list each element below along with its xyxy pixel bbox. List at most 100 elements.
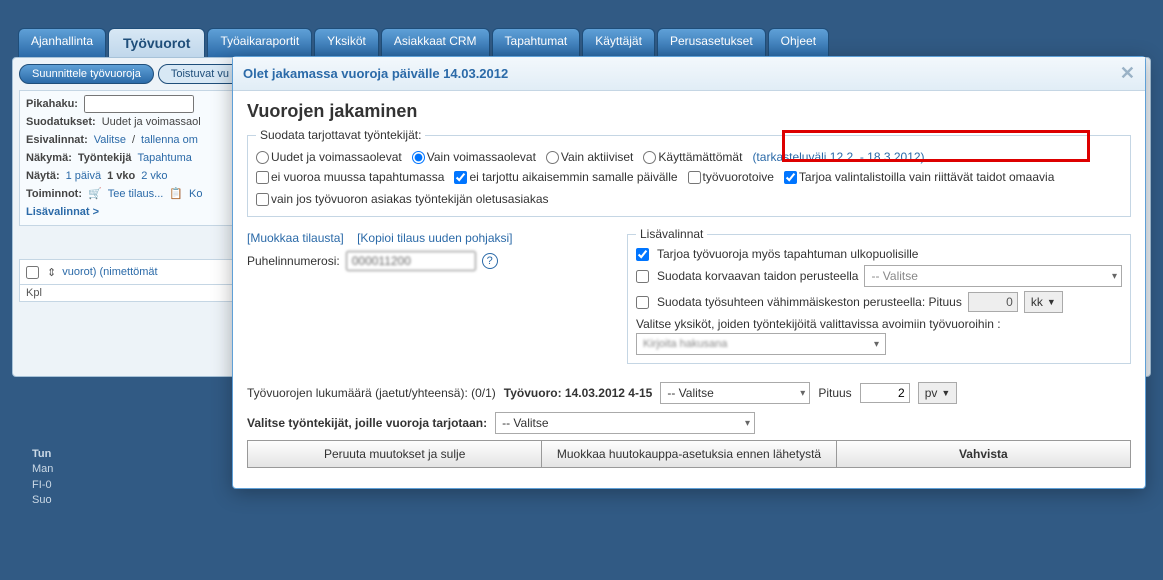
chevron-down-icon: ▾ [745,418,750,429]
select-units-combo[interactable]: Kirjoita hakusana ▾ [636,333,886,355]
subtab-recurring[interactable]: Toistuvat vu [158,64,242,84]
tab-kayttajat[interactable]: Käyttäjät [582,28,655,57]
show-1wk[interactable]: 1 vko [107,167,135,185]
help-icon[interactable]: ? [482,253,498,269]
extra-options-link[interactable]: Lisävalinnat > [26,203,99,221]
radio-only-active[interactable]: Vain aktiiviset [546,148,633,166]
length-input[interactable] [860,383,910,403]
timeline-row-checkbox[interactable] [26,266,39,279]
shift-count-label: Työvuorojen lukumäärä (jaetut/yhteensä):… [247,386,496,400]
show-1day[interactable]: 1 päivä [66,167,101,185]
chevron-down-icon: ▼ [941,388,950,398]
chevron-down-icon: ▾ [800,388,805,399]
tab-tyovuorot[interactable]: Työvuorot [108,28,205,57]
min-duration-input [968,292,1018,312]
modal-left-col: [Muokkaa tilausta] [Kopioi tilaus uuden … [247,227,607,271]
shift-count-row: Työvuorojen lukumäärä (jaetut/yhteensä):… [247,382,1131,404]
cancel-button[interactable]: Peruuta muutokset ja sulje [248,441,542,467]
resize-icon[interactable]: ⇕ [47,266,56,279]
check-only-default-customer[interactable]: vain jos työvuoron asiakas työntekijän o… [256,190,549,208]
extra-options-fieldset: Lisävalinnat Tarjoa työvuoroja myös tapa… [627,227,1131,364]
quick-search-input[interactable] [84,95,194,113]
filter-min-duration-label: Suodata työsuhteen vähimmäiskeston perus… [657,295,962,309]
check-filter-min-duration[interactable] [636,296,649,309]
radio-new-and-valid[interactable]: Uudet ja voimassaolevat [256,148,402,166]
edit-auction-button[interactable]: Muokkaa huutokauppa-asetuksia ennen lähe… [542,441,836,467]
check-no-shift-elsewhere[interactable]: ei vuoroa muussa tapahtumassa [256,168,444,186]
tab-asiakkaat[interactable]: Asiakkaat CRM [381,28,490,57]
quick-search-label: Pikahaku: [26,95,78,113]
shift-date-label: Työvuoro: 14.03.2012 4-15 [504,386,653,400]
preset-save-link[interactable]: tallenna om [141,131,198,149]
footer-line-3: FI-0 [32,479,52,491]
check-only-sufficient-skills[interactable]: Tarjoa valintalistoilla vain riittävät t… [784,168,1054,186]
footer-line-4: Suo [32,494,52,506]
presets-label: Esivalinnat: [26,131,88,149]
footer-line-1: Tun [32,448,51,460]
extra-options-legend: Lisävalinnat [636,227,707,241]
chevron-down-icon: ▾ [874,339,879,350]
edit-order-link[interactable]: [Muokkaa tilausta] [247,231,344,245]
tab-perusasetukset[interactable]: Perusasetukset [657,28,766,57]
check-shift-preference[interactable]: työvuorotoive [688,168,774,186]
page-root: Ajanhallinta Työvuorot Työaikaraportit Y… [0,0,1163,527]
unused-range-link[interactable]: (tarkasteluväli 12.2. - 18.3.2012) [752,148,924,166]
filter-employees-legend: Suodata tarjottavat työntekijät: [256,128,425,142]
view-label: Näkymä: [26,149,72,167]
check-not-offered-same-day[interactable]: ei tarjottu aikaisemmin samalle päivälle [454,168,677,186]
cart-icon: 🛒 [88,185,102,203]
modal-heading: Vuorojen jakaminen [247,101,1131,122]
subtab-plan-shifts[interactable]: Suunnittele työvuoroja [19,64,154,84]
modal-body: Vuorojen jakaminen Suodata tarjottavat t… [233,91,1145,478]
modal-title: Olet jakamassa vuoroja päivälle 14.03.20… [243,66,508,81]
show-label: Näytä: [26,167,60,185]
view-employee[interactable]: Työntekijä [78,149,132,167]
length-label: Pituus [818,386,851,400]
modal-header: Olet jakamassa vuoroja päivälle 14.03.20… [233,57,1145,91]
filter-employees-fieldset: Suodata tarjottavat työntekijät: Uudet j… [247,128,1131,217]
timeline-row-label[interactable]: vuorot) (nimettömät [62,266,157,278]
close-icon[interactable]: ✕ [1120,63,1135,84]
view-event[interactable]: Tapahtuma [137,149,191,167]
chevron-down-icon: ▼ [1047,297,1056,307]
modal-right-col: Lisävalinnat Tarjoa työvuoroja myös tapa… [627,227,1131,374]
assign-row: Valitse työntekijät, joille vuoroja tarj… [247,412,1131,434]
actions-label: Toiminnot: [26,185,82,203]
check-offer-outside[interactable] [636,248,649,261]
radio-only-valid[interactable]: Vain voimassaolevat [412,148,536,166]
action-ko[interactable]: Ko [189,185,202,203]
copy-icon: 📋 [169,185,183,203]
offer-outside-label: Tarjoa työvuoroja myös tapahtuman ulkopu… [657,247,918,261]
tab-tapahtumat[interactable]: Tapahtumat [492,28,581,57]
filters-label: Suodatukset: [26,113,96,131]
order-link-bar: [Muokkaa tilausta] [Kopioi tilaus uuden … [247,231,607,245]
share-shifts-modal: Olet jakamassa vuoroja päivälle 14.03.20… [232,56,1146,489]
tab-tyoaikaraportit[interactable]: Työaikaraportit [207,28,312,57]
length-unit-select[interactable]: pv▼ [918,382,958,404]
confirm-button[interactable]: Vahvista [837,441,1130,467]
chevron-down-icon: ▾ [1112,271,1117,282]
assign-select[interactable]: -- Valitse ▾ [495,412,755,434]
tab-ohjeet[interactable]: Ohjeet [768,28,829,57]
shift-select[interactable]: -- Valitse ▾ [660,382,810,404]
action-make-order[interactable]: Tee tilaus... [108,185,164,203]
check-filter-skill[interactable] [636,270,649,283]
assign-label: Valitse työntekijät, joille vuoroja tarj… [247,416,487,430]
radio-unused[interactable]: Käyttämättömät [643,148,742,166]
modal-button-bar: Peruuta muutokset ja sulje Muokkaa huuto… [247,440,1131,468]
preset-select-link[interactable]: Valitse [94,131,126,149]
copy-order-link[interactable]: [Kopioi tilaus uuden pohjaksi] [357,231,512,245]
tab-ajanhallinta[interactable]: Ajanhallinta [18,28,106,57]
select-units-placeholder: Kirjoita hakusana [643,338,727,350]
footer-line-2: Man [32,463,53,475]
tab-yksikot[interactable]: Yksiköt [314,28,379,57]
select-units-label: Valitse yksiköt, joiden työntekijöitä va… [636,317,1122,331]
filter-skill-label: Suodata korvaavan taidon perusteella [657,269,858,283]
phone-input[interactable] [346,251,476,271]
show-2wk[interactable]: 2 vko [141,167,167,185]
min-duration-unit-select[interactable]: kk▼ [1024,291,1063,313]
phone-label: Puhelinnumerosi: [247,254,340,268]
filter-skill-select[interactable]: -- Valitse ▾ [864,265,1122,287]
filters-value: Uudet ja voimassaol [102,113,201,131]
main-tabs: Ajanhallinta Työvuorot Työaikaraportit Y… [12,28,1151,57]
